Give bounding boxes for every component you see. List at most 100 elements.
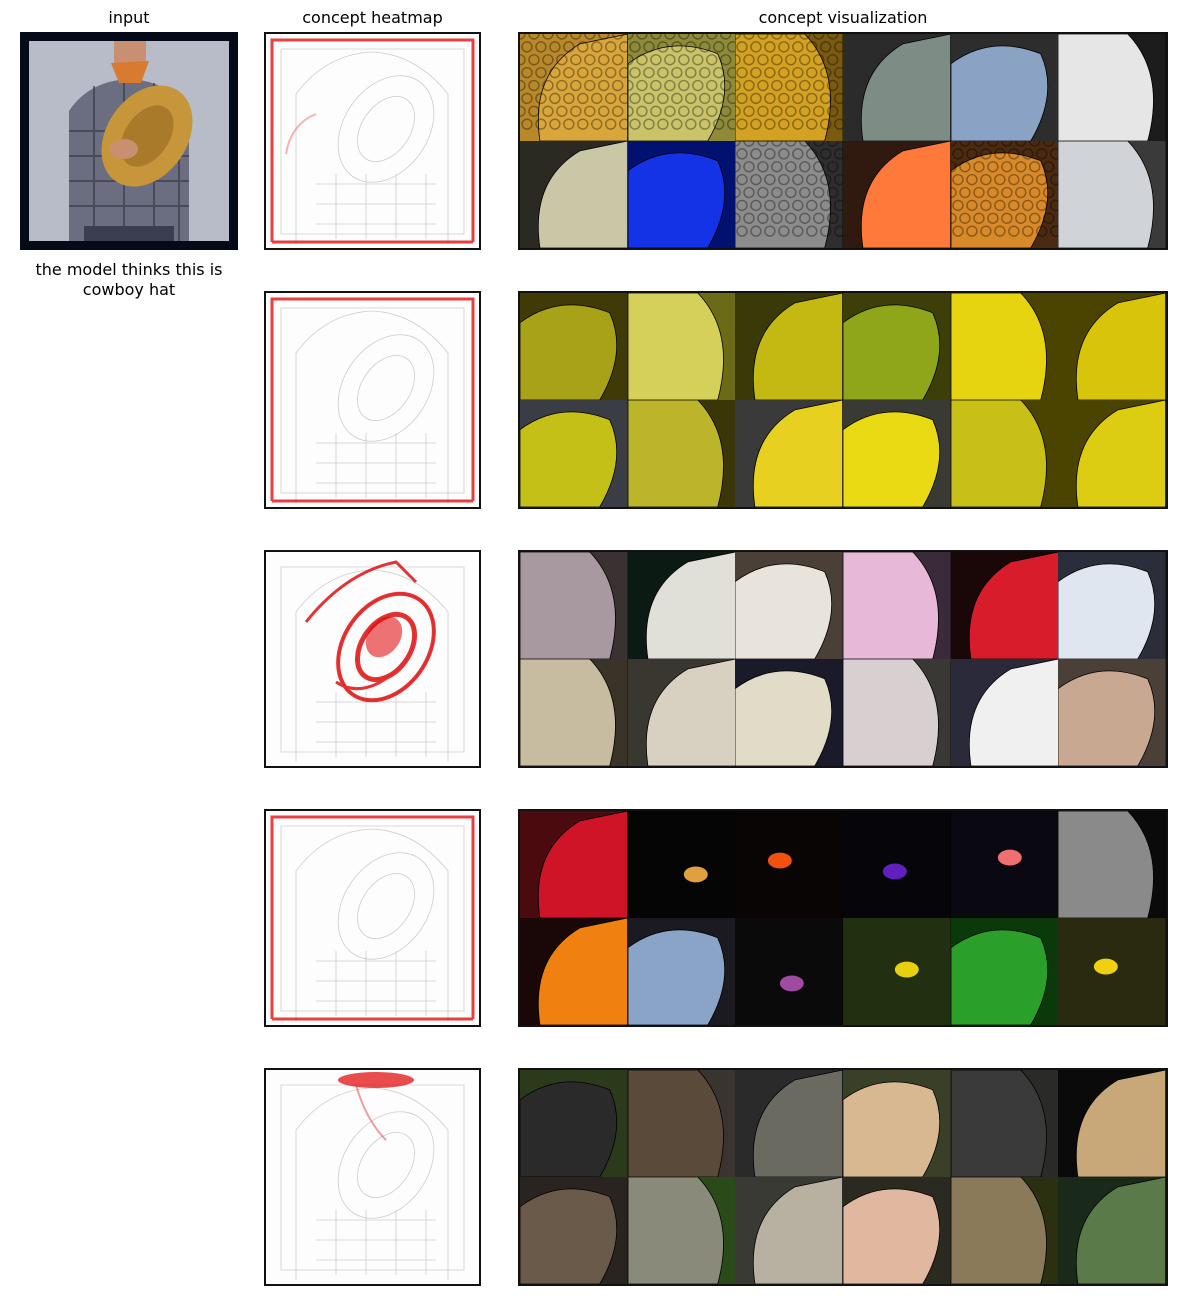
tile-drawing [950,141,1059,248]
heatmap-drawing [266,293,479,507]
tile-drawing [520,141,628,248]
tile-drawing [520,659,628,766]
tile-drawing [627,1177,736,1284]
tile-drawing [735,1070,843,1177]
concept-example-tile [735,1070,843,1177]
concept-example-tile [627,34,736,141]
concept-example-tile [520,811,628,918]
tile-grid [520,811,1166,1025]
heatmap-drawing [266,1070,479,1284]
tile-drawing [735,552,843,659]
tile-drawing [520,34,628,141]
concept-example-tile [627,918,736,1025]
tile-grid [520,293,1166,507]
tile-drawing [735,400,843,507]
concept-example-tile [627,400,736,507]
concept-example-tile [950,293,1059,400]
concept-example-tile [1058,293,1166,400]
concept-example-tile [950,918,1059,1025]
concept-example-tile [520,918,628,1025]
concept-example-tile [1058,400,1166,507]
concept-example-tile [735,141,843,248]
tile-drawing [950,918,1059,1025]
tile-drawing [735,141,843,248]
concept-example-tile [1058,1177,1166,1284]
tile-drawing [1058,811,1166,918]
tile-drawing [520,918,628,1025]
concept-example-tile [842,918,951,1025]
concept-example-tile [520,659,628,766]
tile-drawing [842,659,951,766]
concept-example-tile [950,1070,1059,1177]
tile-drawing [1058,1070,1166,1177]
concept-visualization-2 [518,291,1168,509]
tile-grid [520,1070,1166,1284]
header-concept-heatmap: concept heatmap [302,8,443,27]
tile-drawing [842,1177,951,1284]
tile-drawing [735,659,843,766]
concept-heatmap-2 [264,291,481,509]
concept-heatmap-1 [264,32,481,250]
tile-drawing [735,918,843,1025]
concept-example-tile [627,1070,736,1177]
tile-grid [520,552,1166,766]
tile-drawing [842,552,951,659]
concept-example-tile [627,1177,736,1284]
concept-heatmap-4 [264,809,481,1027]
tile-drawing [627,34,736,141]
tile-drawing [950,400,1059,507]
heatmap-drawing [266,34,479,248]
concept-example-tile [627,811,736,918]
tile-drawing [627,811,736,918]
tile-drawing [950,293,1059,400]
concept-example-tile [950,552,1059,659]
tile-drawing [627,293,736,400]
concept-visualization-5 [518,1068,1168,1286]
tile-drawing [842,400,951,507]
tile-drawing [842,918,951,1025]
concept-example-tile [1058,34,1166,141]
tile-drawing [520,1177,628,1284]
concept-example-tile [520,1177,628,1284]
concept-example-tile [1058,811,1166,918]
concept-visualization-4 [518,809,1168,1027]
tile-drawing [950,552,1059,659]
concept-example-tile [627,293,736,400]
tile-drawing [627,918,736,1025]
concept-heatmap-5 [264,1068,481,1286]
concept-example-tile [950,1177,1059,1284]
concept-example-tile [520,141,628,248]
concept-example-tile [520,34,628,141]
tile-drawing [735,1177,843,1284]
tile-drawing [950,811,1059,918]
tile-drawing [627,400,736,507]
tile-drawing [1058,659,1166,766]
concept-visualization-3 [518,550,1168,768]
prediction-caption: the model thinks this is cowboy hat [35,260,223,299]
concept-example-tile [735,918,843,1025]
concept-example-tile [842,659,951,766]
concept-example-tile [950,34,1059,141]
concept-example-tile [627,141,736,248]
concept-example-tile [520,552,628,659]
tile-drawing [950,1177,1059,1284]
concept-example-tile [842,34,951,141]
concept-example-tile [735,1177,843,1284]
concept-example-tile [842,811,951,918]
tile-drawing [735,293,843,400]
tile-drawing [842,141,951,248]
concept-example-tile [735,400,843,507]
header-input: input [108,8,150,27]
concept-example-tile [520,400,628,507]
tile-drawing [520,552,628,659]
concept-example-tile [1058,1070,1166,1177]
concept-example-tile [520,293,628,400]
input-image-drawing [29,41,229,241]
concept-visualization-1 [518,32,1168,250]
tile-drawing [520,293,628,400]
tile-drawing [1058,34,1166,141]
tile-drawing [627,659,736,766]
concept-example-tile [735,811,843,918]
concept-example-tile [1058,659,1166,766]
concept-example-tile [842,293,951,400]
